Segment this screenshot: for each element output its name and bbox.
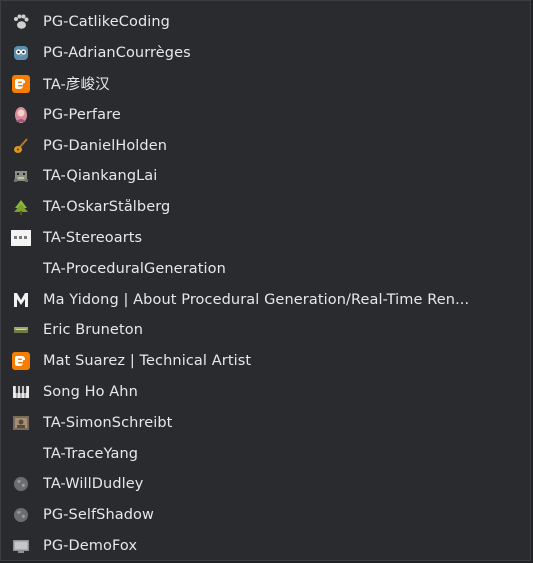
bookmark-label: PG-CatlikeCoding [43, 14, 170, 31]
paw-icon [11, 12, 31, 32]
globe-icon [11, 505, 31, 525]
bookmark-label: Song Ho Ahn [43, 383, 138, 400]
bookmark-item-demofox[interactable]: PG-DemoFox [1, 531, 530, 562]
bookmark-label: TA-ProceduralGeneration [43, 260, 226, 277]
bookmark-item-traceyang[interactable]: TA-TraceYang [1, 438, 530, 469]
bookmark-item-ta-yanjunhan[interactable]: TA-彦峻汉 [1, 69, 530, 100]
bookmark-label: PG-DemoFox [43, 537, 138, 554]
bookmark-item-perfare[interactable]: PG-Perfare [1, 99, 530, 130]
bookmark-item-adriancourreges[interactable]: PG-AdrianCourrèges [1, 38, 530, 69]
landscape-icon [11, 320, 31, 340]
globe-icon [11, 474, 31, 494]
blogger-icon [11, 351, 31, 371]
guitar-icon [11, 136, 31, 156]
bookmark-item-song-ho-ahn[interactable]: Song Ho Ahn [1, 377, 530, 408]
bookmark-label: PG-AdrianCourrèges [43, 45, 191, 62]
bookmark-label: TA-彦峻汉 [43, 77, 110, 94]
bookmark-label: Ma Yidong | About Procedural Generation/… [43, 291, 470, 308]
screen-icon [11, 536, 31, 556]
bookmark-item-oskarstalberg[interactable]: TA-OskarStålberg [1, 192, 530, 223]
bookmark-item-qiankanglai[interactable]: TA-QiankangLai [1, 161, 530, 192]
bookmark-item-mat-suarez[interactable]: Mat Suarez | Technical Artist [1, 346, 530, 377]
bookmark-label: PG-Perfare [43, 106, 121, 123]
bookmark-item-ma-yidong[interactable]: Ma Yidong | About Procedural Generation/… [1, 284, 530, 315]
bookmark-label: TA-TraceYang [43, 445, 139, 462]
piano-icon [11, 382, 31, 402]
bookmark-item-selfshadow[interactable]: PG-SelfShadow [1, 500, 530, 531]
bookmarks-dropdown-menu: PG-CatlikeCoding PG-AdrianCourrèges TA-彦… [0, 0, 531, 561]
blogger-icon [11, 74, 31, 94]
bookmark-label: TA-SimonSchreibt [43, 414, 173, 431]
bookmark-item-proceduralgeneration[interactable]: TA-ProceduralGeneration [1, 253, 530, 284]
bookmark-item-catlikecoding[interactable]: PG-CatlikeCoding [1, 7, 530, 38]
tree-icon [11, 197, 31, 217]
avatar-icon [11, 105, 31, 125]
blank-icon [11, 259, 31, 279]
bookmark-item-willdudley[interactable]: TA-WillDudley [1, 469, 530, 500]
bookmark-item-danielholden[interactable]: PG-DanielHolden [1, 130, 530, 161]
stereoarts-icon [11, 228, 31, 248]
photo-icon [11, 413, 31, 433]
bookmark-label: PG-DanielHolden [43, 137, 168, 154]
bookmark-label: TA-Stereoarts [43, 229, 143, 246]
bookmark-label: Eric Bruneton [43, 322, 143, 339]
bookmark-item-simonschreibt[interactable]: TA-SimonSchreibt [1, 407, 530, 438]
bookmark-label: PG-SelfShadow [43, 507, 154, 524]
bookmark-item-eric-bruneton[interactable]: Eric Bruneton [1, 315, 530, 346]
bookmark-label: Mat Suarez | Technical Artist [43, 353, 252, 370]
bookmark-label: TA-QiankangLai [43, 168, 158, 185]
m-logo-icon [11, 290, 31, 310]
owl-icon [11, 43, 31, 63]
bookmark-label: TA-OskarStålberg [43, 199, 171, 216]
bookmark-label: TA-WillDudley [43, 476, 144, 493]
pixel-creature-icon [11, 166, 31, 186]
blank-icon [11, 444, 31, 464]
bookmark-item-stereoarts[interactable]: TA-Stereoarts [1, 223, 530, 254]
